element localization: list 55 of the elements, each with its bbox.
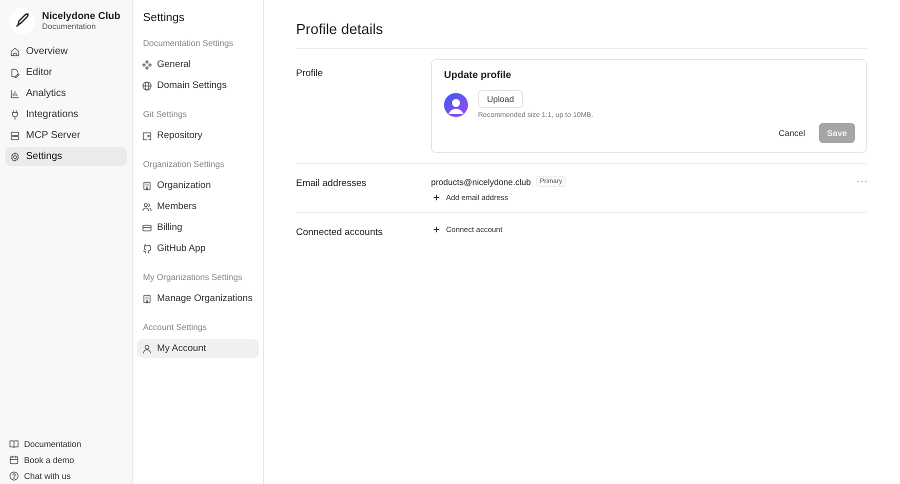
nav-item[interactable]: Analytics [5,84,127,103]
building-icon [142,180,152,190]
help-icon [9,471,19,481]
footer-link[interactable]: Chat with us [9,471,123,481]
group-heading: My Organizations Settings [142,272,244,282]
globe-icon [142,80,152,90]
footer-link[interactable]: Documentation [9,439,123,449]
cancel-button[interactable]: Cancel [778,128,806,138]
avatar-icon [444,93,468,117]
nav-item[interactable]: MCP Server [5,126,127,145]
settings-menu-item[interactable]: My Account [137,339,259,358]
group-heading: Git Settings [142,109,188,119]
people-icon [142,202,152,212]
server-icon [10,130,20,140]
settings-menu-item[interactable]: General [137,55,259,74]
section-label: Connected accounts [296,226,384,238]
credit-card-icon [142,222,152,232]
building-icon [142,294,152,304]
house-icon [10,46,20,56]
group-heading: Organization Settings [142,159,226,169]
open-book-icon [9,439,19,449]
settings-menu-item[interactable]: Organization [137,176,259,195]
settings-menu-item[interactable]: Members [137,197,259,216]
settings-title: Settings [142,12,186,24]
person-icon [142,344,152,354]
card-title: Update profile [444,70,512,81]
workspace-name: Nicelydone Club [42,11,120,22]
bar-chart-icon [10,88,20,98]
settings-icon [10,152,20,162]
section-label: Profile [296,67,324,81]
diamond-cluster-icon [142,60,152,70]
upload-button[interactable]: Upload [478,90,523,108]
settings-menu-item[interactable]: Manage Organizations [137,289,259,308]
plus-icon [433,226,440,233]
calendar-icon [9,455,19,465]
settings-menu-item[interactable]: Billing [137,218,259,237]
settings-menu-item[interactable]: Repository [137,126,259,145]
section-label: Email addresses [296,177,368,191]
more-options-icon[interactable] [857,180,867,183]
page-title: Profile details [296,22,867,49]
email-address: products@nicelydone.club [431,176,531,186]
nav-item[interactable]: Settings [5,147,127,166]
octocat-icon [142,244,152,254]
workspace-subtitle: Documentation [42,22,97,31]
nav-item[interactable]: Editor [5,63,127,82]
group-heading: Documentation Settings [142,38,234,48]
plug-icon [10,110,20,120]
nav-item[interactable]: Integrations [5,105,127,124]
nav-item[interactable]: Overview [5,42,127,61]
plus-icon [433,194,440,201]
group-heading: Account Settings [142,322,208,332]
footer-link[interactable]: Book a demo [9,455,123,465]
settings-menu-item[interactable]: Domain Settings [137,76,259,95]
settings-menu-item[interactable]: GitHub App [137,239,259,258]
document-pen-icon [10,68,20,78]
